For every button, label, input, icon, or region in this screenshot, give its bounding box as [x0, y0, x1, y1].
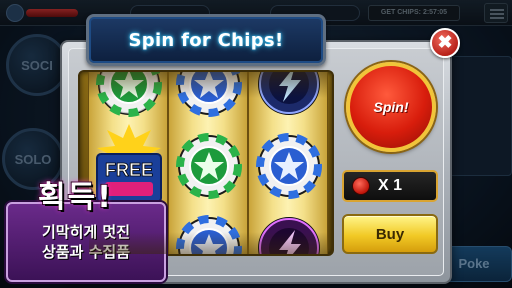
dialog-title-banner: Spin for Chips!	[86, 14, 326, 66]
dialog-title: Spin for Chips!	[128, 29, 284, 51]
close-button[interactable]: ✖	[430, 28, 460, 58]
spin-count-label: X 1	[378, 177, 403, 194]
promo-title: 획득!	[37, 179, 113, 216]
spin-button-label: Spin!	[373, 99, 409, 115]
blue-star-chip-icon	[176, 215, 242, 254]
green-star-chip-icon	[176, 133, 242, 199]
reel-3	[248, 72, 328, 254]
spin-button[interactable]: Spin!	[346, 62, 436, 152]
blue-star-chip-icon	[176, 72, 242, 117]
green-star-chip-icon	[96, 72, 162, 117]
reel-2	[168, 72, 248, 254]
buy-button[interactable]: Buy	[342, 214, 438, 254]
lightning-chip-icon	[258, 72, 320, 115]
buy-button-label: Buy	[375, 225, 405, 243]
purple-lightning-chip-icon	[258, 217, 320, 254]
blue-star-chip-icon	[256, 133, 322, 199]
red-token-icon	[352, 177, 370, 195]
spin-count-display: X 1	[342, 170, 438, 202]
